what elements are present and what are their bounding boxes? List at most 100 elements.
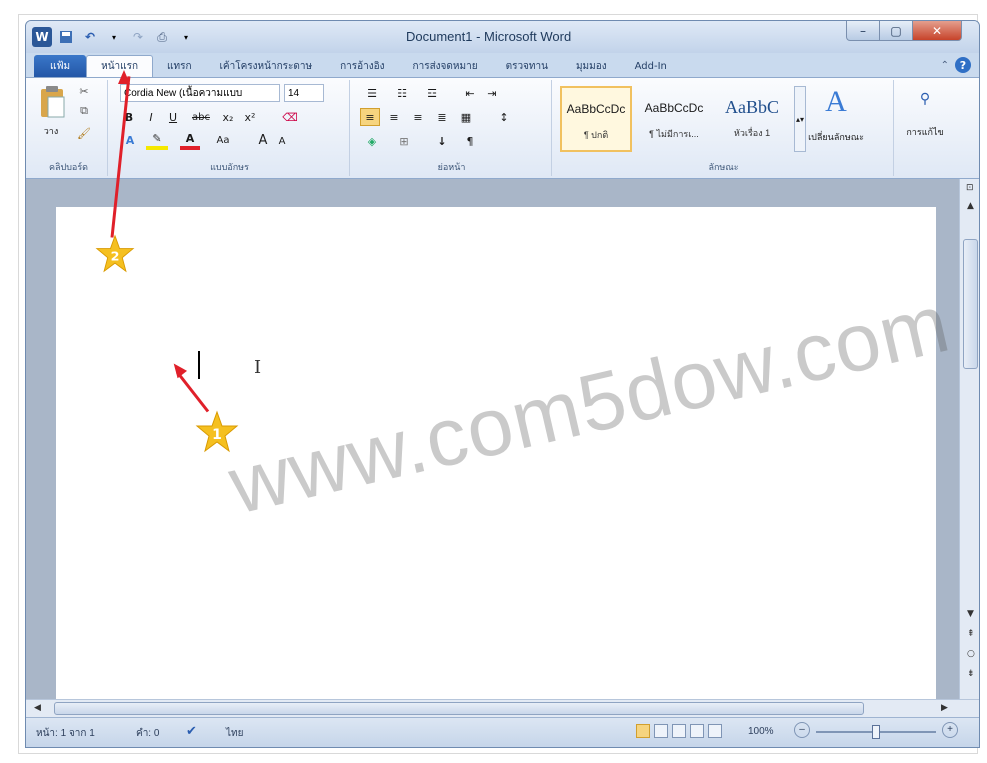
- undo-icon[interactable]: ↶: [80, 27, 100, 47]
- style-normal[interactable]: AaBbCcDc ¶ ปกติ: [560, 86, 632, 152]
- title-bar: W ↶ ▾ ↷ ⎙ ▾ Document1 - Microsoft Word –…: [26, 21, 979, 53]
- clipboard-group: วาง ✂ ⧉ 🖌 คลิปบอร์ด: [30, 80, 108, 176]
- save-icon[interactable]: [56, 27, 76, 47]
- paste-icon[interactable]: [36, 84, 68, 120]
- document-page[interactable]: I www.com5dow.com: [56, 207, 958, 699]
- dropdown-icon[interactable]: ▾: [104, 27, 124, 47]
- web-layout-view-icon[interactable]: [672, 724, 686, 738]
- font-size-box[interactable]: 14: [284, 84, 324, 102]
- ruler-toggle-icon[interactable]: ⊡: [966, 183, 974, 193]
- print-preview-icon[interactable]: ⎙: [152, 27, 172, 47]
- tab-view[interactable]: มุมมอง: [562, 55, 621, 77]
- italic-button[interactable]: I: [142, 108, 160, 126]
- font-name-box[interactable]: Cordia New (เนื้อความแบบ: [120, 84, 280, 102]
- font-group: Cordia New (เนื้อความแบบ 14 B I U abc x₂…: [110, 80, 350, 176]
- numbering-icon[interactable]: ☷: [390, 84, 414, 102]
- word-icon[interactable]: W: [32, 27, 52, 47]
- align-left-icon[interactable]: ≡: [360, 108, 380, 126]
- show-marks-button[interactable]: ¶: [460, 132, 480, 150]
- page-count[interactable]: หน้า: 1 จาก 1: [36, 726, 95, 741]
- document-area: I www.com5dow.com: [26, 179, 959, 699]
- help-icon[interactable]: ?: [955, 57, 971, 73]
- style-preview: AaBbCcDc: [566, 102, 626, 116]
- zoom-level[interactable]: 100%: [748, 726, 774, 737]
- ribbon: วาง ✂ ⧉ 🖌 คลิปบอร์ด Cordia New (เนื้อควา…: [26, 77, 979, 179]
- redo-icon[interactable]: ↷: [128, 27, 148, 47]
- tab-insert[interactable]: แทรก: [153, 55, 205, 77]
- scroll-right-icon[interactable]: ▶: [941, 703, 948, 713]
- horizontal-scroll-thumb[interactable]: [54, 702, 864, 715]
- style-no-spacing[interactable]: AaBbCcDc ¶ ไม่มีการเ...: [638, 86, 710, 152]
- align-right-icon[interactable]: ≡: [408, 108, 428, 126]
- zoom-in-icon[interactable]: +: [942, 722, 958, 738]
- window-title: Document1 - Microsoft Word: [406, 29, 572, 44]
- borders-icon[interactable]: ⊞: [392, 132, 416, 150]
- draft-view-icon[interactable]: [708, 724, 722, 738]
- distributed-icon[interactable]: ▦: [456, 108, 476, 126]
- maximize-button[interactable]: ▢: [879, 21, 913, 41]
- strikethrough-button[interactable]: abc: [188, 108, 214, 126]
- word-count[interactable]: คำ: 0: [136, 726, 159, 741]
- subscript-button[interactable]: x₂: [218, 108, 238, 126]
- minimize-ribbon-icon[interactable]: ⌃: [941, 60, 949, 71]
- grow-font-button[interactable]: A: [254, 130, 272, 150]
- paste-label[interactable]: วาง: [34, 124, 68, 138]
- scroll-left-icon[interactable]: ◀: [34, 703, 41, 713]
- vertical-scroll-thumb[interactable]: [963, 239, 978, 369]
- zoom-slider-handle[interactable]: [872, 725, 880, 739]
- zoom-out-icon[interactable]: –: [794, 722, 810, 738]
- bullets-icon[interactable]: ☰: [360, 84, 384, 102]
- increase-indent-icon[interactable]: ⇥: [482, 84, 502, 102]
- outline-view-icon[interactable]: [690, 724, 704, 738]
- highlight-icon[interactable]: ✎: [146, 130, 168, 150]
- align-center-icon[interactable]: ≡: [384, 108, 404, 126]
- style-preview: AaBbC: [725, 97, 779, 117]
- multilevel-list-icon[interactable]: ☲: [420, 84, 444, 102]
- star-badge-2-number: 2: [111, 248, 120, 263]
- clipboard-group-label: คลิปบอร์ด: [48, 163, 89, 173]
- change-styles-label[interactable]: เปลี่ยนลักษณะ: [808, 124, 864, 150]
- tab-mailings[interactable]: การส่งจดหมาย: [399, 55, 492, 77]
- watermark: www.com5dow.com: [221, 277, 958, 532]
- prev-page-icon[interactable]: ⇞: [967, 629, 975, 639]
- superscript-button[interactable]: x²: [240, 108, 260, 126]
- proofing-icon[interactable]: ✔: [186, 723, 197, 739]
- cut-icon[interactable]: ✂: [76, 82, 92, 100]
- style-heading-1[interactable]: AaBbC หัวเรื่อง 1: [716, 86, 788, 152]
- ribbon-tabs: แฟ้ม หน้าแรก แทรก เค้าโครงหน้ากระดาษ การ…: [26, 53, 979, 77]
- editing-label[interactable]: การแก้ไข: [900, 120, 950, 144]
- font-color-button[interactable]: A: [180, 130, 200, 150]
- format-painter-icon[interactable]: 🖌: [76, 124, 92, 142]
- copy-icon[interactable]: ⧉: [76, 102, 92, 120]
- shading-icon[interactable]: ◈: [360, 132, 384, 150]
- sort-button[interactable]: ↓: [432, 132, 452, 150]
- tab-page-layout[interactable]: เค้าโครงหน้ากระดาษ: [206, 55, 327, 77]
- tab-file[interactable]: แฟ้ม: [34, 55, 87, 77]
- vertical-scrollbar[interactable]: ⊡ ▲ ▼ ⇞ ○ ⇟: [959, 179, 979, 699]
- binoculars-icon[interactable]: ⚲: [910, 86, 940, 112]
- next-page-icon[interactable]: ⇟: [967, 669, 975, 679]
- scroll-up-icon[interactable]: ▲: [967, 201, 974, 211]
- customize-icon[interactable]: ▾: [176, 27, 196, 47]
- change-styles-icon[interactable]: A: [816, 84, 856, 120]
- print-layout-view-icon[interactable]: [636, 724, 650, 738]
- decrease-indent-icon[interactable]: ⇤: [460, 84, 480, 102]
- minimize-button[interactable]: –: [846, 21, 880, 41]
- language-indicator[interactable]: ไทย: [226, 726, 243, 741]
- tab-add-in[interactable]: Add-In: [621, 55, 681, 77]
- browse-object-icon[interactable]: ○: [967, 649, 975, 659]
- tab-review[interactable]: ตรวจทาน: [492, 55, 562, 77]
- horizontal-scrollbar[interactable]: ◀ ▶: [26, 699, 979, 717]
- styles-scroll-icon[interactable]: ▴▾: [794, 86, 806, 152]
- change-case-button[interactable]: Aa: [210, 130, 236, 150]
- justify-icon[interactable]: ≣: [432, 108, 452, 126]
- shrink-font-button[interactable]: A: [274, 132, 290, 150]
- line-spacing-icon[interactable]: ↕: [492, 108, 516, 126]
- scroll-down-icon[interactable]: ▼: [967, 609, 974, 619]
- tab-references[interactable]: การอ้างอิง: [326, 55, 398, 77]
- full-screen-view-icon[interactable]: [654, 724, 668, 738]
- clear-formatting-icon[interactable]: ⌫: [280, 108, 300, 126]
- close-button[interactable]: ✕: [912, 21, 962, 41]
- underline-button[interactable]: U: [164, 108, 182, 126]
- style-preview: AaBbCcDc: [644, 101, 704, 115]
